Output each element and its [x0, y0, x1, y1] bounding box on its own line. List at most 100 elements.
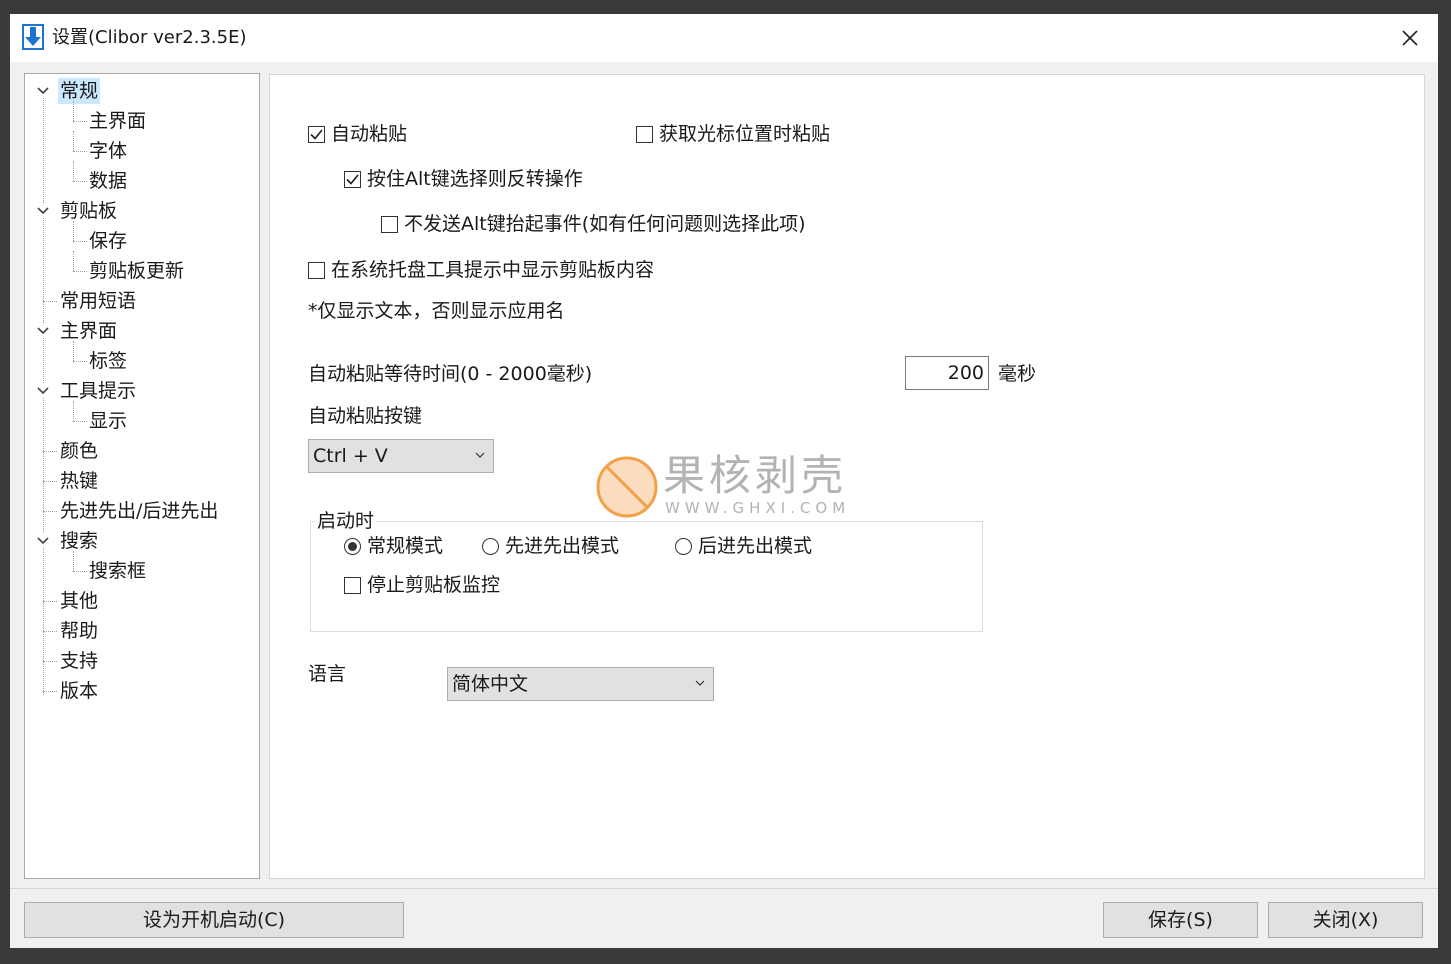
tree-connector-line [73, 181, 87, 182]
tree-connector-line [43, 511, 57, 512]
mode-lifo-label: 后进先出模式 [698, 535, 813, 557]
language-select[interactable]: 简体中文 [447, 667, 714, 701]
nav-item[interactable]: 常规 [58, 78, 101, 104]
tree-connector-line [43, 451, 57, 452]
tree-connector-line [43, 691, 57, 692]
checkbox-box [344, 170, 361, 188]
tree-connector-line [73, 151, 87, 152]
tray-tooltip-checkbox[interactable]: 在系统托盘工具提示中显示剪贴板内容 [308, 257, 654, 283]
nav-item[interactable]: 主界面 [87, 108, 148, 134]
paste-key-value: Ctrl + V [313, 445, 388, 467]
mode-normal-label: 常规模式 [367, 535, 444, 557]
close-button[interactable]: 关闭(X) [1268, 902, 1423, 938]
tree-connector-line [73, 341, 74, 361]
nav-item[interactable]: 常用短语 [58, 288, 138, 314]
nav-item[interactable]: 剪贴板 [58, 198, 119, 224]
nav-item[interactable]: 字体 [87, 138, 129, 164]
nav-item[interactable]: 搜索 [58, 528, 100, 554]
tree-expand-chevron-icon[interactable] [36, 204, 50, 218]
language-value: 简体中文 [452, 673, 529, 695]
save-button[interactable]: 保存(S) [1103, 902, 1258, 938]
checkbox-box [308, 125, 325, 143]
paste-on-cursor-checkbox[interactable]: 获取光标位置时粘贴 [636, 121, 830, 147]
auto-paste-checkbox[interactable]: 自动粘贴 [308, 121, 407, 147]
nav-item[interactable]: 先进先出/后进先出 [58, 498, 220, 524]
nav-item[interactable]: 颜色 [58, 438, 100, 464]
checkmark-icon [346, 173, 359, 185]
nav-item[interactable]: 剪贴板更新 [87, 258, 186, 284]
auto-paste-label: 自动粘贴 [331, 123, 408, 145]
tree-connector-line [43, 481, 57, 482]
stop-monitor-label: 停止剪贴板监控 [367, 574, 501, 596]
nav-item[interactable]: 工具提示 [58, 378, 138, 404]
tree-expand-chevron-icon[interactable] [36, 324, 50, 338]
checkmark-icon [310, 128, 323, 140]
window-title: 设置(Clibor ver2.3.5E) [52, 27, 247, 48]
nav-item[interactable]: 支持 [58, 648, 100, 674]
close-icon [1402, 30, 1418, 46]
tree-connector-line [43, 301, 57, 302]
nav-item[interactable]: 帮助 [58, 618, 100, 644]
checkbox-box [308, 261, 325, 279]
tree-expand-chevron-icon[interactable] [36, 84, 50, 98]
watermark-text: 果核剥壳 [663, 451, 848, 500]
checkbox-box [344, 576, 361, 594]
tree-connector-line [73, 221, 74, 241]
tree-expand-chevron-icon[interactable] [36, 534, 50, 548]
tree-connector-line [73, 571, 87, 572]
tree-expand-chevron-icon[interactable] [36, 384, 50, 398]
nav-item[interactable]: 版本 [58, 678, 100, 704]
tree-connector-line [73, 401, 74, 421]
startup-group-title: 启动时 [315, 508, 377, 534]
tray-tooltip-label: 在系统托盘工具提示中显示剪贴板内容 [331, 259, 655, 281]
settings-nav-tree[interactable]: 常规 主界面 字体 数据 剪贴板 保存 剪贴板更新 常用短语 主界面 标签 工具提示 显示 颜色 热键 先进… [24, 73, 260, 879]
set-startup-button[interactable]: 设为开机启动(C) [24, 902, 404, 938]
wait-time-unit: 毫秒 [998, 363, 1037, 385]
chevron-down-icon [695, 680, 705, 686]
tree-connector-line [73, 121, 87, 122]
footer-divider [10, 888, 1438, 889]
alt-reverse-label: 按住Alt键选择则反转操作 [367, 168, 583, 190]
window-close-button[interactable] [1382, 14, 1438, 62]
tree-connector-line [73, 131, 74, 151]
tree-connector-line [43, 631, 57, 632]
watermark-logo-icon [596, 456, 658, 518]
paste-on-cursor-label: 获取光标位置时粘贴 [659, 123, 831, 145]
stop-monitor-checkbox[interactable]: 停止剪贴板监控 [344, 572, 500, 598]
nav-item[interactable]: 显示 [87, 408, 129, 434]
title-bar: 设置(Clibor ver2.3.5E) [10, 14, 1438, 62]
tree-connector-line [73, 241, 87, 242]
nav-item[interactable]: 标签 [87, 348, 129, 374]
mode-fifo-radio[interactable]: 先进先出模式 [482, 533, 619, 559]
tree-connector-line [73, 421, 87, 422]
settings-window: 设置(Clibor ver2.3.5E) 常规 主界面 字体 数据 剪贴板 保存 剪贴板更新… [10, 14, 1438, 948]
mode-normal-radio[interactable]: 常规模式 [344, 533, 443, 559]
wait-time-label: 自动粘贴等待时间(0 - 2000毫秒) [308, 363, 593, 385]
wait-time-input[interactable]: 200 [905, 356, 989, 390]
nav-item[interactable]: 搜索框 [87, 558, 148, 584]
no-alt-keyup-checkbox[interactable]: 不发送Alt键抬起事件(如有任何问题则选择此项) [381, 211, 806, 237]
checkbox-box [636, 125, 653, 143]
language-label: 语言 [308, 663, 347, 685]
paste-key-label: 自动粘贴按键 [308, 405, 423, 427]
nav-item[interactable]: 热键 [58, 468, 100, 494]
nav-item[interactable]: 主界面 [58, 318, 119, 344]
radio-circle [344, 537, 361, 555]
tree-connector-line [43, 601, 57, 602]
alt-reverse-checkbox[interactable]: 按住Alt键选择则反转操作 [344, 166, 583, 192]
radio-selected-dot [348, 541, 357, 551]
tray-note-text: *仅显示文本，否则显示应用名 [308, 300, 565, 322]
mode-lifo-radio[interactable]: 后进先出模式 [675, 533, 812, 559]
chevron-down-icon [475, 452, 485, 458]
radio-circle [675, 537, 692, 555]
tree-connector-line [73, 361, 87, 362]
download-arrow-icon [22, 24, 44, 50]
tree-connector-line [73, 551, 74, 571]
paste-key-select[interactable]: Ctrl + V [308, 439, 494, 473]
nav-item[interactable]: 其他 [58, 588, 100, 614]
nav-item[interactable]: 保存 [87, 228, 129, 254]
no-alt-keyup-label: 不发送Alt键抬起事件(如有任何问题则选择此项) [404, 213, 806, 235]
watermark: 果核剥壳 WWW.GHXI.COM [595, 453, 865, 523]
nav-item[interactable]: 数据 [87, 168, 129, 194]
general-settings-panel: 自动粘贴 获取光标位置时粘贴 按住Alt键选择则反转操作 不发送Alt键抬起事件… [269, 74, 1425, 879]
